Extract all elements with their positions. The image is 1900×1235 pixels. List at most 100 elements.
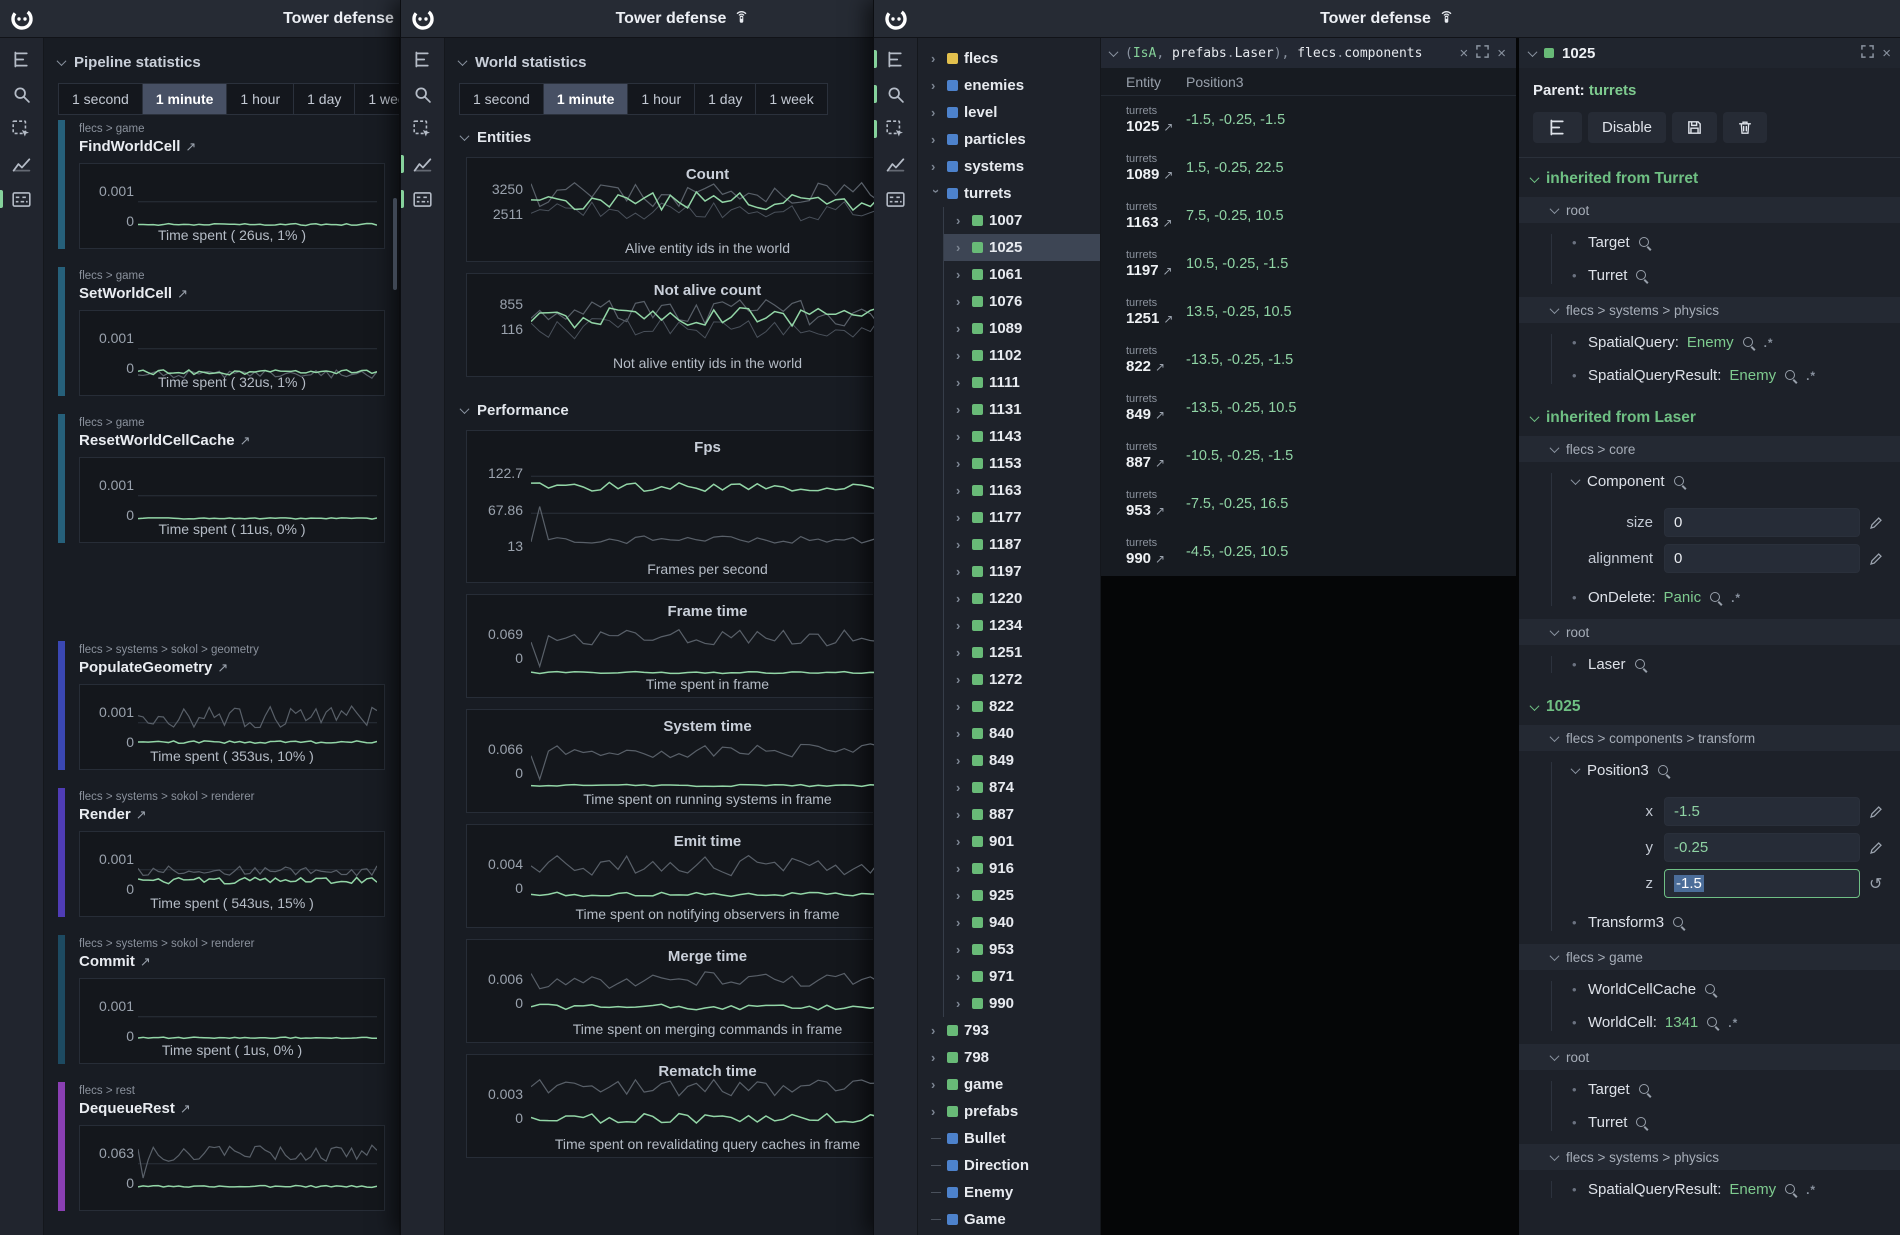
chevron-collapsed-icon[interactable]: ›	[931, 135, 941, 145]
sidebar-select-icon[interactable]	[401, 117, 445, 141]
edit-pencil-icon[interactable]	[1869, 805, 1883, 819]
expand-panel-icon[interactable]	[1476, 45, 1489, 61]
entity-cell[interactable]: turrets1025↗	[1126, 105, 1186, 136]
tree-item-turrets[interactable]: ›turrets	[918, 180, 1100, 207]
tree-item-1143[interactable]: ›1143	[944, 423, 1100, 450]
component-group-header[interactable]: flecs > core	[1519, 436, 1900, 462]
tree-item-916[interactable]: ›916	[944, 855, 1100, 882]
query-result-row[interactable]: turrets822↗-13.5, -0.25, -1.5	[1101, 336, 1516, 384]
query-result-row[interactable]: turrets849↗-13.5, -0.25, 10.5	[1101, 384, 1516, 432]
tree-item-Enemy[interactable]: Enemy	[918, 1179, 1100, 1206]
magnifier-icon[interactable]	[1638, 1083, 1652, 1097]
chevron-collapsed-icon[interactable]: ›	[956, 513, 966, 523]
vertical-scrollbar[interactable]	[393, 198, 397, 290]
system-name-link[interactable]: Commit↗	[79, 953, 385, 970]
magnifier-icon[interactable]	[1635, 1116, 1649, 1130]
sidebar-tree-icon[interactable]	[401, 47, 445, 71]
tree-item-1187[interactable]: ›1187	[944, 531, 1100, 558]
inspector-section-1025[interactable]: 1025	[1519, 686, 1900, 725]
query-result-row[interactable]: turrets1163↗7.5, -0.25, 10.5	[1101, 192, 1516, 240]
entity-cell[interactable]: turrets849↗	[1126, 393, 1186, 424]
tree-item-990[interactable]: ›990	[944, 990, 1100, 1017]
tree-item-systems[interactable]: ›systems	[918, 153, 1100, 180]
system-name-link[interactable]: Render↗	[79, 806, 385, 823]
chevron-collapsed-icon[interactable]: ›	[956, 675, 966, 685]
pair-target-link[interactable]: Enemy	[1729, 367, 1776, 384]
chevron-down-icon[interactable]	[1528, 47, 1538, 57]
tab-1-day[interactable]: 1 day	[695, 84, 755, 114]
component-group-header[interactable]: flecs > systems > physics	[1519, 297, 1900, 323]
query-result-row[interactable]: turrets1025↗-1.5, -0.25, -1.5	[1101, 96, 1516, 144]
component-group-header[interactable]: flecs > components > transform	[1519, 725, 1900, 751]
chevron-collapsed-icon[interactable]: ›	[956, 540, 966, 550]
chevron-collapsed-icon[interactable]: ›	[931, 1107, 941, 1117]
sidebar-tree-icon[interactable]	[874, 47, 918, 71]
tree-item-1007[interactable]: ›1007	[944, 207, 1100, 234]
edit-pencil-icon[interactable]	[1869, 552, 1883, 566]
panel-header[interactable]: Pipeline statistics	[44, 38, 399, 83]
save-entity-button[interactable]	[1672, 112, 1717, 143]
chevron-collapsed-icon[interactable]: ›	[931, 1053, 941, 1063]
chevron-collapsed-icon[interactable]: ›	[931, 81, 941, 91]
chevron-down-icon[interactable]	[1571, 475, 1581, 485]
tree-item-1177[interactable]: ›1177	[944, 504, 1100, 531]
chevron-collapsed-icon[interactable]: ›	[956, 486, 966, 496]
pair-target-link[interactable]: 1341	[1665, 1014, 1698, 1031]
delete-entity-button[interactable]	[1723, 112, 1767, 143]
tree-item-971[interactable]: ›971	[944, 963, 1100, 990]
chevron-collapsed-icon[interactable]: ›	[956, 459, 966, 469]
entity-cell[interactable]: turrets1089↗	[1126, 153, 1186, 184]
titlebar[interactable]: Tower defense	[874, 0, 1900, 38]
entity-id-link[interactable]: 1197↗	[1126, 262, 1186, 280]
system-name-link[interactable]: DequeueRest↗	[79, 1100, 385, 1117]
sidebar-select-icon[interactable]	[0, 117, 44, 141]
component-group-header[interactable]: root	[1519, 1044, 1900, 1070]
edit-pencil-icon[interactable]	[1869, 516, 1883, 530]
tree-item-925[interactable]: ›925	[944, 882, 1100, 909]
sidebar-chart-icon[interactable]	[401, 152, 445, 176]
field-input-y[interactable]: -0.25	[1664, 833, 1860, 862]
entity-id-link[interactable]: 990↗	[1126, 550, 1186, 568]
magnifier-icon[interactable]	[1709, 591, 1723, 605]
magnifier-icon[interactable]	[1704, 983, 1718, 997]
parent-link[interactable]: turrets	[1589, 82, 1637, 99]
entity-cell[interactable]: turrets953↗	[1126, 489, 1186, 520]
close-panel-icon[interactable]: ×	[1497, 46, 1506, 61]
tab-1-minute[interactable]: 1 minute	[544, 84, 628, 114]
tree-item-849[interactable]: ›849	[944, 747, 1100, 774]
entity-id-link[interactable]: 1089↗	[1126, 166, 1186, 184]
chevron-collapsed-icon[interactable]: ›	[956, 648, 966, 658]
chevron-collapsed-icon[interactable]: ›	[956, 405, 966, 415]
system-name-link[interactable]: FindWorldCell↗	[79, 138, 385, 155]
chevron-collapsed-icon[interactable]: ›	[956, 837, 966, 847]
tree-item-level[interactable]: ›level	[918, 99, 1100, 126]
sidebar-chart-icon[interactable]	[0, 152, 44, 176]
close-panel-icon[interactable]: ×	[1882, 46, 1891, 61]
chevron-collapsed-icon[interactable]: ›	[956, 918, 966, 928]
tree-item-953[interactable]: ›953	[944, 936, 1100, 963]
tree-item-940[interactable]: ›940	[944, 909, 1100, 936]
tree-item-1220[interactable]: ›1220	[944, 585, 1100, 612]
tab-1-week[interactable]: 1 week	[355, 84, 400, 114]
chevron-collapsed-icon[interactable]: ›	[956, 351, 966, 361]
chevron-collapsed-icon[interactable]: ›	[931, 162, 941, 172]
chevron-collapsed-icon[interactable]: ›	[956, 945, 966, 955]
edit-pencil-icon[interactable]	[1869, 841, 1883, 855]
chevron-collapsed-icon[interactable]: ›	[956, 243, 966, 253]
chevron-collapsed-icon[interactable]: ›	[956, 270, 966, 280]
inspector-section-inherited-from-Laser[interactable]: inherited from Laser	[1519, 397, 1900, 436]
chevron-collapsed-icon[interactable]: ›	[956, 621, 966, 631]
sidebar-table-icon[interactable]	[401, 187, 445, 211]
tree-item-Bullet[interactable]: Bullet	[918, 1125, 1100, 1152]
field-input-z[interactable]: -1.5	[1664, 869, 1860, 898]
query-result-row[interactable]: turrets990↗-4.5, -0.25, 10.5	[1101, 528, 1516, 576]
magnifier-icon[interactable]	[1638, 236, 1652, 250]
chevron-collapsed-icon[interactable]: ›	[956, 972, 966, 982]
tree-item-1111[interactable]: ›1111	[944, 369, 1100, 396]
entity-id-link[interactable]: 1163↗	[1126, 214, 1186, 232]
magnifier-icon[interactable]	[1673, 475, 1687, 489]
sidebar-search-icon[interactable]	[401, 82, 445, 106]
tree-item-793[interactable]: ›793	[918, 1017, 1100, 1044]
pair-target-link[interactable]: Enemy	[1687, 334, 1734, 351]
chevron-collapsed-icon[interactable]: ›	[956, 567, 966, 577]
